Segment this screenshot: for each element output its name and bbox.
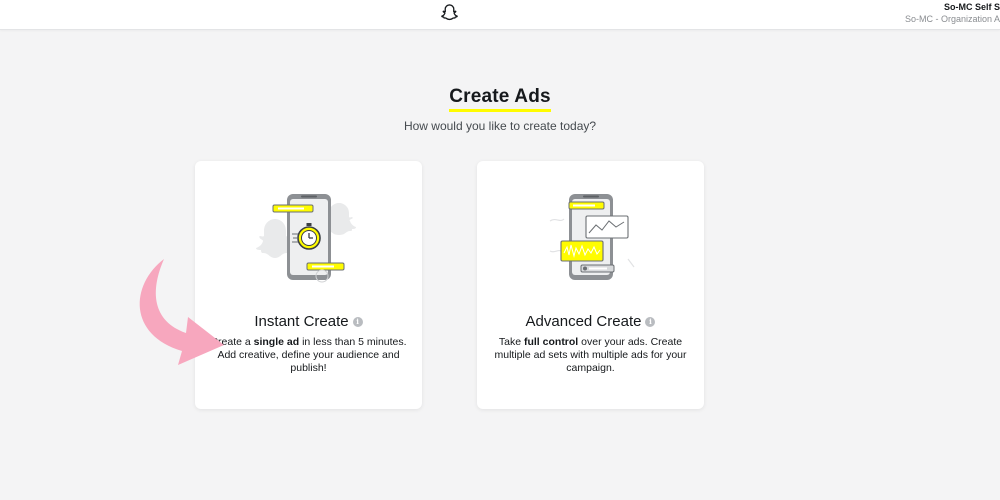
account-org: So-MC - Organization A bbox=[904, 14, 1000, 24]
advanced-create-title-row: Advanced Create i bbox=[477, 313, 704, 331]
info-icon[interactable]: i bbox=[645, 316, 656, 327]
page-subtitle: How would you like to create today? bbox=[403, 119, 597, 133]
advanced-create-description: Take full control over your ads. Create … bbox=[491, 336, 690, 375]
advanced-create-title: Advanced Create bbox=[525, 313, 642, 330]
instant-create-description: Create a single ad in less than 5 minute… bbox=[209, 336, 408, 375]
desc-bold: single ad bbox=[253, 336, 300, 348]
top-bar: So-MC Self S So-MC - Organization A bbox=[0, 0, 1000, 30]
phone-stopwatch-icon bbox=[255, 194, 356, 283]
info-icon[interactable]: i bbox=[352, 316, 363, 327]
advanced-create-card[interactable]: Advanced Create i Take full control over … bbox=[477, 161, 704, 409]
desc-text: Take bbox=[498, 336, 524, 348]
curved-arrow-icon bbox=[139, 259, 224, 365]
account-switcher[interactable]: So-MC Self S So-MC - Organization A bbox=[890, 1, 1000, 25]
page-title: Create Ads bbox=[449, 87, 551, 112]
snapchat-ghost-icon[interactable] bbox=[439, 3, 460, 24]
phone-chart-icon bbox=[549, 194, 634, 280]
account-name: So-MC Self S bbox=[943, 2, 1000, 12]
instant-create-title: Instant Create bbox=[254, 313, 349, 330]
page-title-wrap: Create Ads bbox=[0, 87, 1000, 112]
desc-bold: full control bbox=[523, 336, 579, 348]
